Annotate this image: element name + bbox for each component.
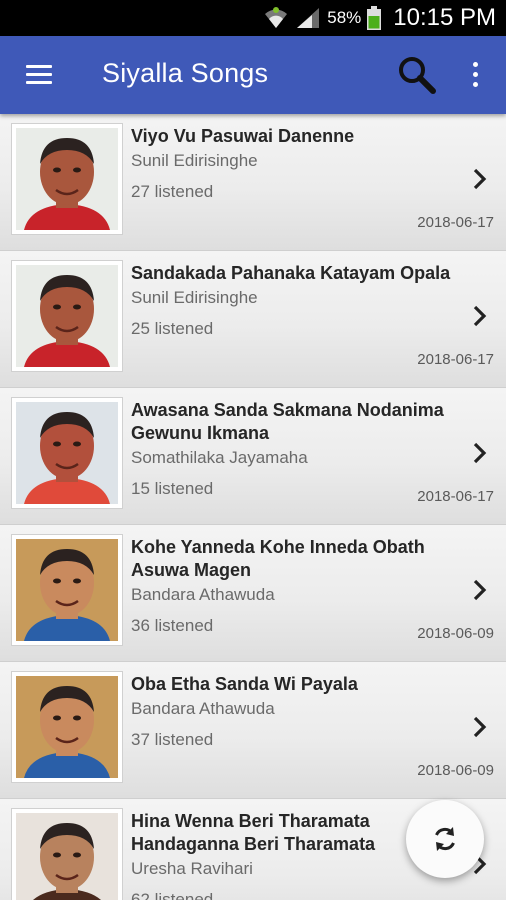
chevron-right-icon[interactable] bbox=[472, 304, 488, 328]
artist-name: Bandara Athawuda bbox=[131, 585, 275, 604]
song-list-item[interactable]: Kohe Yanneda Kohe Inneda Obath Asuwa Mag… bbox=[0, 525, 506, 662]
artist-photo bbox=[16, 539, 118, 641]
artist-photo bbox=[16, 813, 118, 900]
artist-thumbnail bbox=[11, 123, 123, 235]
signal-icon bbox=[295, 6, 321, 30]
artist-name: Sunil Edirisinghe bbox=[131, 288, 258, 307]
artist-photo bbox=[16, 265, 118, 367]
artist-name: Sunil Edirisinghe bbox=[131, 151, 258, 170]
song-title: Awasana Sanda Sakmana Nodanima Gewunu Ik… bbox=[131, 400, 444, 443]
song-title: Sandakada Pahanaka Katayam Opala bbox=[131, 263, 451, 283]
artist-thumbnail bbox=[11, 260, 123, 372]
song-list-item[interactable]: Viyo Vu Pasuwai Danenne Sunil Edirisingh… bbox=[0, 114, 506, 251]
refresh-icon bbox=[435, 827, 455, 851]
status-bar: 58% 10:15 PM bbox=[0, 0, 506, 36]
song-date: 2018-06-17 bbox=[417, 351, 494, 368]
artist-photo bbox=[16, 402, 118, 504]
battery-icon bbox=[367, 6, 382, 30]
chevron-right-icon[interactable] bbox=[472, 578, 488, 602]
artist-name: Uresha Ravihari bbox=[131, 859, 253, 878]
song-list[interactable]: Viyo Vu Pasuwai Danenne Sunil Edirisingh… bbox=[0, 114, 506, 900]
listen-count: 15 listened bbox=[131, 479, 214, 498]
artist-thumbnail bbox=[11, 534, 123, 646]
refresh-button[interactable] bbox=[406, 800, 484, 878]
wifi-icon bbox=[263, 6, 289, 30]
artist-thumbnail bbox=[11, 671, 123, 783]
search-icon[interactable] bbox=[396, 54, 438, 96]
song-title: Viyo Vu Pasuwai Danenne bbox=[131, 126, 355, 146]
artist-photo bbox=[16, 128, 118, 230]
chevron-right-icon[interactable] bbox=[472, 441, 488, 465]
listen-count: 62 listened bbox=[131, 890, 214, 900]
song-date: 2018-06-09 bbox=[417, 762, 494, 779]
artist-name: Somathilaka Jayamaha bbox=[131, 448, 308, 467]
hamburger-menu-icon[interactable] bbox=[22, 58, 58, 92]
artist-thumbnail bbox=[11, 397, 123, 509]
chevron-right-icon[interactable] bbox=[472, 167, 488, 191]
song-date: 2018-06-17 bbox=[417, 214, 494, 231]
song-title: Kohe Yanneda Kohe Inneda Obath Asuwa Mag… bbox=[131, 537, 425, 580]
song-date: 2018-06-17 bbox=[417, 488, 494, 505]
song-date: 2018-06-09 bbox=[417, 625, 494, 642]
more-vertical-icon[interactable] bbox=[462, 58, 488, 92]
song-list-item[interactable]: Sandakada Pahanaka Katayam Opala Sunil E… bbox=[0, 251, 506, 388]
song-list-item[interactable]: Oba Etha Sanda Wi Payala Bandara Athawud… bbox=[0, 662, 506, 799]
artist-photo bbox=[16, 676, 118, 778]
clock: 10:15 PM bbox=[393, 4, 496, 31]
app-title: Siyalla Songs bbox=[102, 58, 269, 88]
song-title: Oba Etha Sanda Wi Payala bbox=[131, 674, 358, 694]
song-list-item[interactable]: Awasana Sanda Sakmana Nodanima Gewunu Ik… bbox=[0, 388, 506, 525]
artist-thumbnail bbox=[11, 808, 123, 900]
listen-count: 37 listened bbox=[131, 730, 214, 749]
battery-percent: 58% bbox=[327, 8, 362, 27]
chevron-right-icon[interactable] bbox=[472, 715, 488, 739]
app-bar: Siyalla Songs bbox=[0, 36, 506, 114]
artist-name: Bandara Athawuda bbox=[131, 699, 275, 718]
listen-count: 36 listened bbox=[131, 616, 214, 635]
listen-count: 25 listened bbox=[131, 319, 214, 338]
listen-count: 27 listened bbox=[131, 182, 214, 201]
